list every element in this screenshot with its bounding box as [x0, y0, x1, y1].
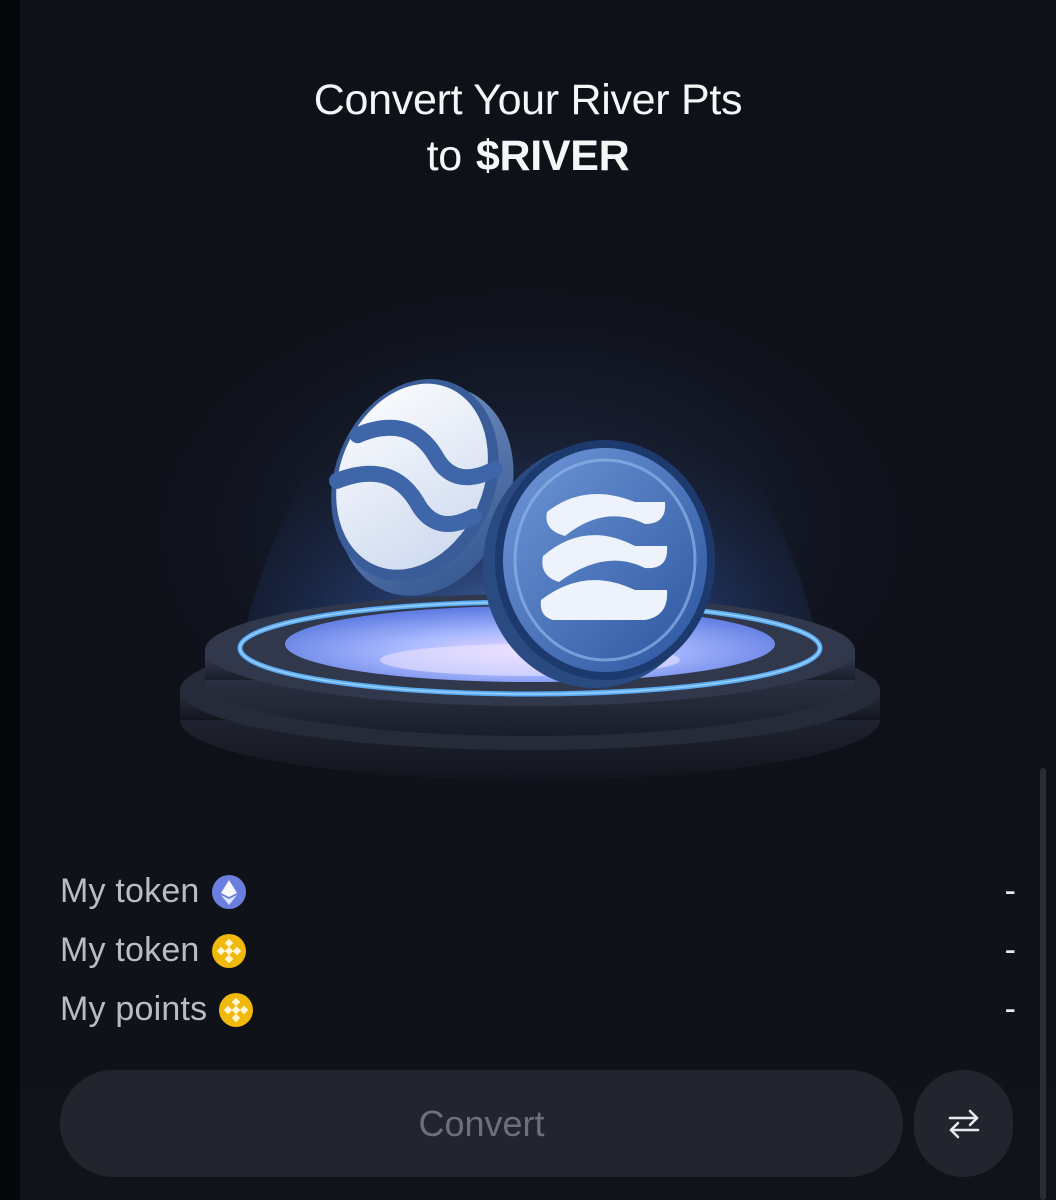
balance-list: My token - My token - My points - [60, 862, 1016, 1039]
balance-value: - [1004, 990, 1016, 1028]
page-title: Convert Your River Pts to $RIVER [0, 72, 1056, 184]
ethereum-icon [211, 874, 246, 909]
river-coins-on-pedestal-illustration [70, 230, 990, 830]
hero-illustration [60, 230, 1000, 850]
swap-arrows-icon [948, 1109, 979, 1138]
list-item: My token - [60, 862, 1016, 921]
title-prefix: to [426, 132, 463, 180]
title-line-2: to $RIVER [0, 128, 1056, 184]
list-item: My points - [60, 980, 1016, 1039]
title-ticker: $RIVER [475, 132, 630, 180]
title-line-1: Convert Your River Pts [313, 76, 743, 124]
balance-label: My token [60, 931, 200, 969]
balance-label: My token [60, 872, 200, 910]
convert-screen: Convert Your River Pts to $RIVER My toke… [0, 0, 1056, 1200]
bnb-icon [219, 992, 254, 1027]
balance-label: My points [60, 990, 208, 1028]
bnb-icon [211, 933, 246, 968]
list-item: My token - [60, 921, 1016, 980]
balance-value: - [1004, 931, 1016, 969]
convert-button[interactable]: Convert [60, 1070, 903, 1177]
scrollbar[interactable] [1040, 768, 1046, 1200]
swap-button[interactable] [914, 1070, 1013, 1177]
balance-value: - [1004, 872, 1016, 910]
